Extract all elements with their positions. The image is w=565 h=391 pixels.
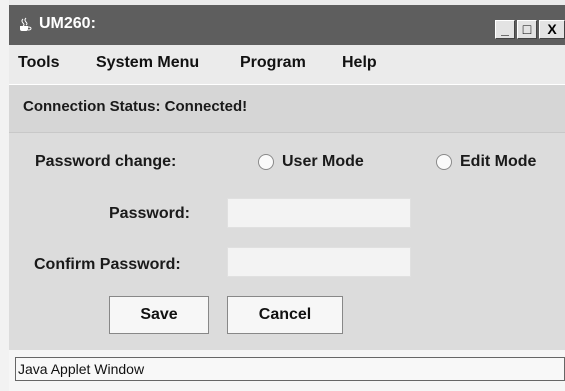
edit-mode-radio[interactable] <box>436 154 452 170</box>
confirm-password-input[interactable] <box>227 247 411 277</box>
window-title: UM260: <box>39 15 96 32</box>
menu-bar: Tools System Menu Program Help <box>9 45 565 83</box>
applet-footer: Java Applet Window <box>9 350 565 391</box>
menu-tools[interactable]: Tools <box>18 54 59 72</box>
maximize-button[interactable]: □ <box>517 20 537 39</box>
user-mode-radio[interactable] <box>258 154 274 170</box>
connection-status-bar: Connection Status: Connected! <box>9 84 565 133</box>
java-cup-icon <box>20 17 32 31</box>
menu-program[interactable]: Program <box>240 54 306 72</box>
password-panel: Password change: User Mode Edit Mode Pas… <box>9 132 565 351</box>
menu-help[interactable]: Help <box>342 54 377 72</box>
title-bar[interactable]: UM260: _ □ X <box>9 5 565 45</box>
edit-mode-label[interactable]: Edit Mode <box>460 153 536 171</box>
user-mode-label[interactable]: User Mode <box>282 153 364 171</box>
password-input[interactable] <box>227 198 411 228</box>
confirm-password-label: Confirm Password: <box>34 256 181 273</box>
connection-status-text: Connection Status: Connected! <box>23 98 248 115</box>
menu-system[interactable]: System Menu <box>96 54 199 72</box>
minimize-button[interactable]: _ <box>495 20 515 39</box>
applet-warning-bar: Java Applet Window <box>15 357 565 381</box>
save-button[interactable]: Save <box>109 296 209 334</box>
close-button[interactable]: X <box>539 20 565 39</box>
applet-warning-text: Java Applet Window <box>18 361 145 377</box>
password-change-label: Password change: <box>35 153 177 170</box>
password-label: Password: <box>109 205 190 222</box>
cancel-button[interactable]: Cancel <box>227 296 343 334</box>
